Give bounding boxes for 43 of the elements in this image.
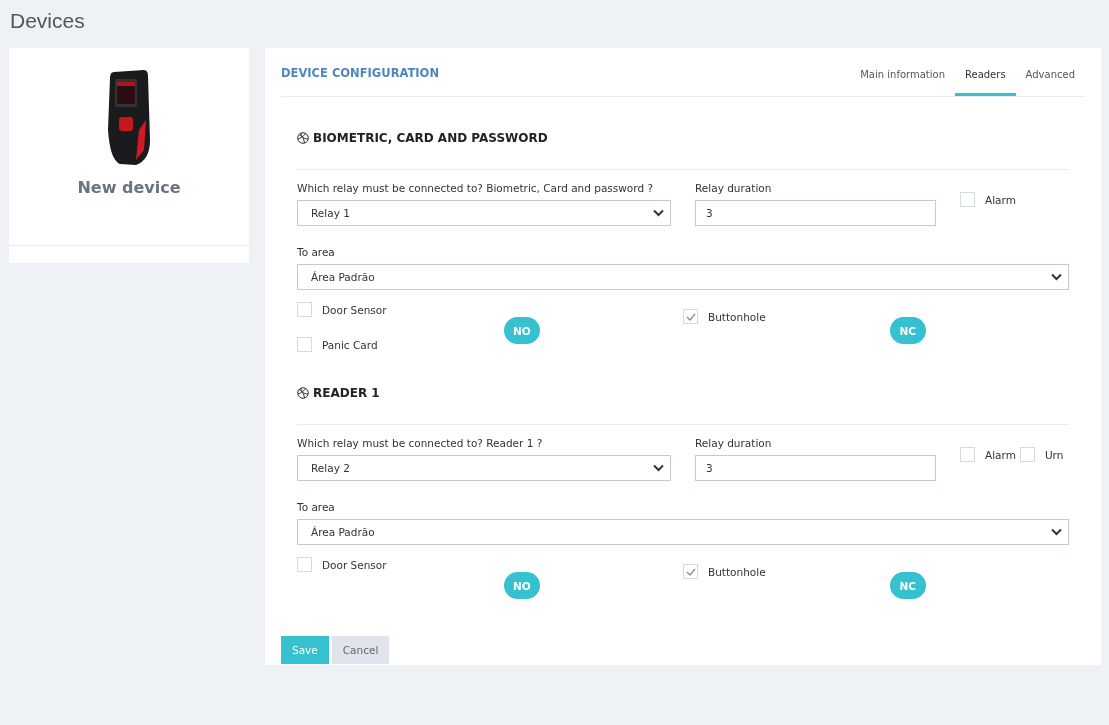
- checkbox[interactable]: [960, 447, 975, 462]
- checkbox[interactable]: [683, 309, 698, 324]
- chevron-down-icon: [653, 209, 664, 217]
- area-select[interactable]: Área Padrão: [297, 519, 1069, 545]
- field-label: To area: [297, 501, 336, 513]
- panel-title: DEVICE CONFIGURATION: [281, 66, 440, 80]
- chevron-down-icon: [1051, 528, 1062, 536]
- duration-field[interactable]: 3: [695, 455, 936, 481]
- tab[interactable]: Readers: [955, 69, 1016, 96]
- checkbox[interactable]: [297, 302, 312, 317]
- cancel-button[interactable]: Cancel: [331, 636, 390, 664]
- chevron-down-icon: [653, 464, 664, 472]
- checkbox-label: Alarm: [985, 193, 1016, 206]
- field-label: Relay duration: [695, 182, 773, 194]
- checkbox-label: Urn: [1044, 448, 1064, 461]
- relay-select[interactable]: Relay 1: [297, 200, 671, 226]
- checkbox[interactable]: [1019, 447, 1035, 462]
- checkbox-label: Buttonhole: [708, 565, 766, 578]
- checkbox[interactable]: [960, 192, 975, 207]
- checkbox[interactable]: [297, 557, 312, 572]
- relay-select[interactable]: Relay 2: [297, 455, 671, 481]
- field-label: To area: [297, 246, 336, 258]
- page-title: Devices: [10, 8, 86, 33]
- field-label: Which relay must be connected to? Reader 1 ?: [297, 437, 544, 449]
- device-name: New device: [77, 178, 181, 197]
- globe-icon: [297, 386, 309, 399]
- duration-field[interactable]: 3: [695, 200, 936, 226]
- tab[interactable]: Main information: [850, 69, 955, 96]
- area-select[interactable]: Área Padrão: [297, 264, 1069, 290]
- checkbox-label: Panic Card: [322, 338, 378, 351]
- checkbox-label: Door Sensor: [322, 558, 387, 571]
- globe-icon: [297, 131, 309, 144]
- checkbox[interactable]: [683, 564, 698, 579]
- checkbox-label: Alarm: [985, 448, 1016, 461]
- checkbox-label: Door Sensor: [322, 303, 387, 316]
- field-label: Which relay must be connected to? Biometric, Card and password ?: [297, 182, 654, 194]
- checkbox[interactable]: [297, 337, 312, 352]
- section-title: BIOMETRIC, CARD AND PASSWORD: [313, 130, 548, 145]
- checkbox-label: Buttonhole: [708, 310, 766, 323]
- chevron-down-icon: [1051, 273, 1062, 281]
- field-label: Relay duration: [695, 437, 773, 449]
- section-title: READER 1: [313, 385, 380, 400]
- tab[interactable]: Advanced: [1015, 69, 1085, 96]
